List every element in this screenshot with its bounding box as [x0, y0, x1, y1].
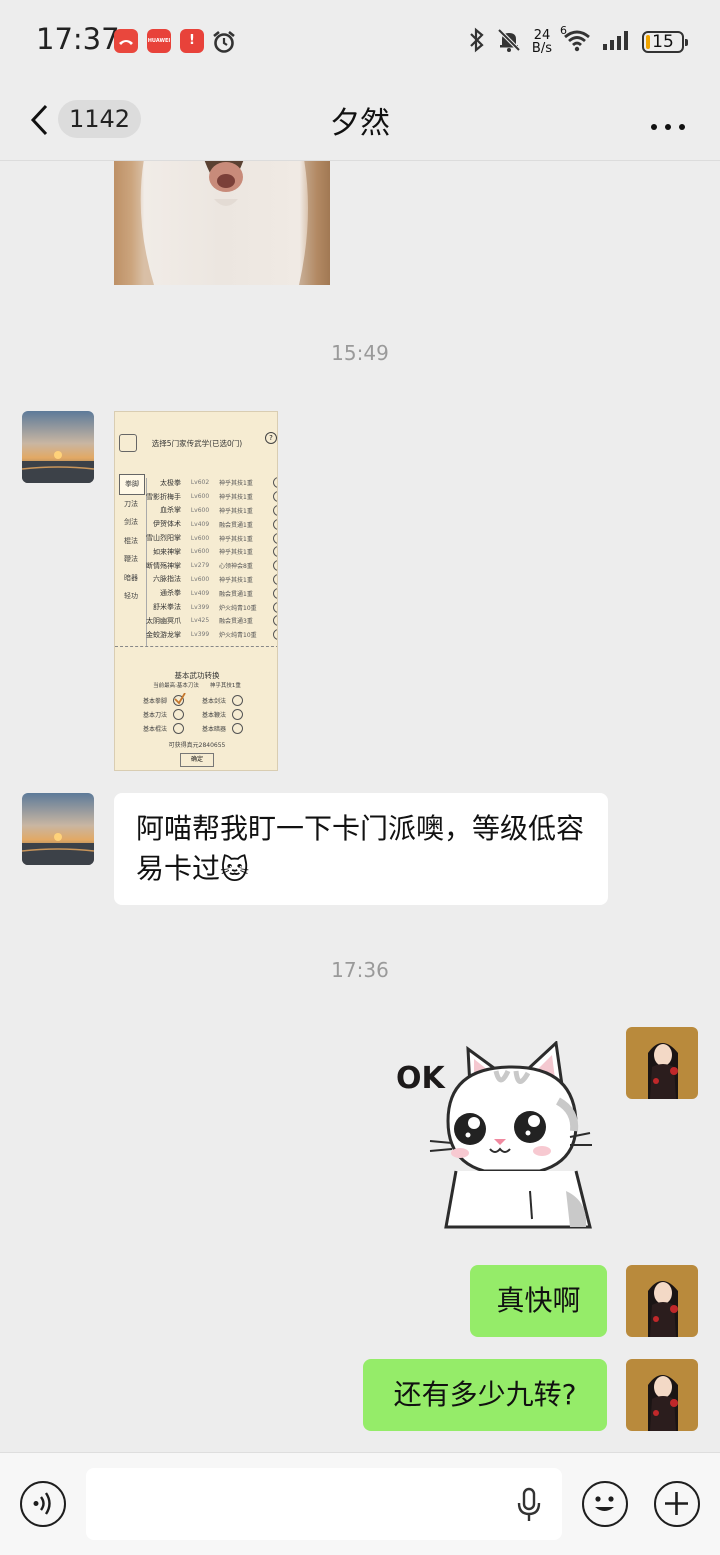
status-bar: 17:37 HUAWEI ! 24 B/s 6 15 [0, 0, 720, 80]
screenshot-skill-row: 太极拳 Lv602 神乎其技1重 [125, 476, 277, 490]
message-text: 阿喵帮我盯一下卡门派噢，等级低容易卡过 [136, 812, 585, 885]
plus-icon[interactable] [654, 1481, 700, 1527]
screenshot-convert-sub: 当前最高:基本刀法 神乎其技1重 [153, 683, 241, 689]
screenshot-skill-row: 通杀拳 Lv409 融会贯通1重 [125, 586, 277, 600]
alert-app-icon: ! [180, 29, 204, 53]
screenshot-skill-row: 伊贺体术 Lv409 融会贯通1重 [125, 517, 277, 531]
screenshot-title: 选择5门家传武学(已选0门) [151, 439, 243, 448]
more-icon[interactable] [650, 116, 686, 130]
screenshot-option: 基本剑法 [202, 697, 227, 705]
avatar-contact[interactable] [22, 793, 94, 865]
mute-bell-icon [496, 27, 522, 57]
screenshot-option: 基本鞭法 [202, 711, 227, 719]
microphone-icon[interactable] [515, 1487, 543, 1523]
signal-icon [602, 29, 632, 55]
missed-call-icon [114, 29, 138, 53]
image-message-screenshot[interactable]: 选择5门家传武学(已选0门) ? 拳脚 刀法 剑法 棍法 鞭法 暗器 轻功 太极… [114, 411, 278, 771]
message-bubble-incoming[interactable]: 阿喵帮我盯一下卡门派噢，等级低容易卡过🐱 [114, 793, 608, 905]
cat-emoji-icon: 🐱 [220, 853, 250, 886]
status-right: 24 B/s 6 15 [468, 24, 688, 60]
message-bubble-outgoing[interactable]: 还有多少九转? [363, 1359, 607, 1431]
input-bar [0, 1452, 720, 1555]
image-message-cat[interactable] [114, 161, 330, 285]
screenshot-skill-row: 雪影折梅手 Lv600 神乎其技1重 [125, 490, 277, 504]
net-speed-unit: B/s [531, 41, 552, 56]
timestamp: 15:49 [331, 341, 389, 365]
bluetooth-icon [468, 27, 486, 57]
screenshot-convert-title: 基本武功转换 [174, 671, 220, 680]
avatar-self[interactable] [626, 1027, 698, 1099]
avatar-contact[interactable] [22, 411, 94, 483]
screenshot-skill-row: 如来神掌 Lv600 神乎其技1重 [125, 545, 277, 559]
screenshot-option: 基本暗器 [202, 725, 227, 733]
screenshot-options: 基本拳脚 基本剑法 基本刀法 基本鞭法 基本棍法 基本暗器 [143, 692, 261, 735]
battery-level: 15 [652, 32, 674, 52]
unread-count-badge[interactable]: 1142 [58, 100, 142, 138]
sticker-ok-cat[interactable]: OK [390, 1041, 610, 1231]
huawei-store-icon: HUAWEI [147, 29, 171, 53]
status-time: 17:37 [36, 22, 120, 56]
timestamp: 17:36 [331, 958, 389, 982]
screenshot-option: 基本拳脚 [143, 697, 168, 705]
screenshot-skill-row: 太阴幽冥爪 Lv425 融会贯通3重 [125, 614, 277, 628]
message-bubble-outgoing[interactable]: 真快啊 [470, 1265, 607, 1337]
net-speed: 24 B/s [532, 29, 552, 55]
back-icon[interactable] [26, 102, 56, 138]
emoji-icon[interactable] [582, 1481, 628, 1527]
screenshot-skill-row: 舒米拳法 Lv399 炉火纯青10重 [125, 600, 277, 614]
huawei-store-label: HUAWEI [147, 38, 171, 44]
screenshot-skill-row: 雪山烈阳掌 Lv600 神乎其技1重 [125, 531, 277, 545]
screenshot-help-icon: ? [265, 432, 277, 444]
chat-header: 夕然 1142 [0, 80, 720, 161]
screenshot-skill-row: 金蛟游龙掌 Lv399 炉火纯青10重 [125, 628, 277, 642]
battery-icon: 15 [642, 31, 688, 53]
avatar-self[interactable] [626, 1359, 698, 1431]
wifi-label: 6 [560, 24, 567, 37]
screenshot-skill-row: 血杀掌 Lv600 神乎其技1重 [125, 504, 277, 518]
screenshot-skill-list: 太极拳 Lv602 神乎其技1重 雪影折梅手 Lv600 神乎其技1重 血杀掌 Lv600… [125, 476, 277, 642]
voice-toggle-icon[interactable] [20, 1481, 66, 1527]
alert-app-label: ! [189, 33, 195, 48]
alarm-clock-icon [211, 29, 237, 53]
wifi-icon: 6 [560, 24, 592, 56]
message-input[interactable] [86, 1468, 562, 1540]
screenshot-confirm: 确定 [180, 753, 214, 767]
screenshot-option: 基本刀法 [143, 711, 168, 719]
avatar-self[interactable] [626, 1265, 698, 1337]
screenshot-option: 基本棍法 [143, 725, 168, 733]
screenshot-skill-row: 断情殇神掌 Lv279 心领神会8重 [125, 559, 277, 573]
chat-area: 15:49 选择5门家传武学(已选0门) ? 拳脚 刀法 剑法 棍法 鞭法 暗器… [0, 161, 720, 1451]
screenshot-reward: 可获得真元2840655 [168, 742, 226, 749]
screenshot-skill-row: 六脉指法 Lv600 神乎其技1重 [125, 573, 277, 587]
